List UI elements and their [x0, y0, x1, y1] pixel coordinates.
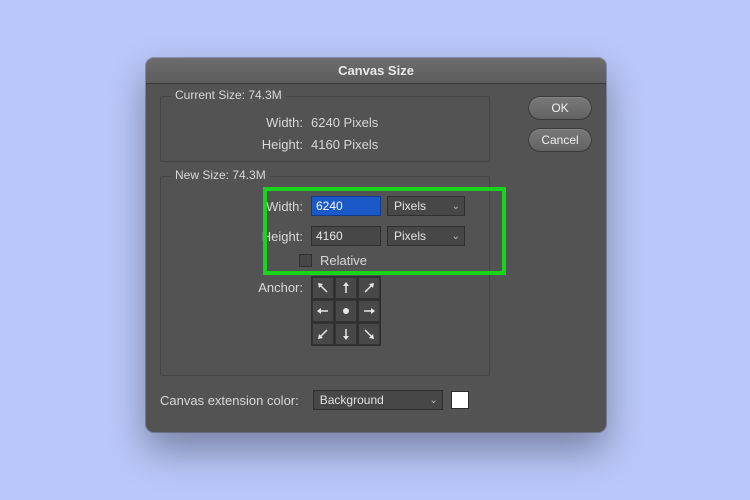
anchor-bottom-left[interactable] — [312, 323, 334, 345]
ok-button[interactable]: OK — [528, 96, 592, 120]
anchor-top-right[interactable] — [358, 277, 380, 299]
anchor-bottom[interactable] — [335, 323, 357, 345]
extension-color-swatch[interactable] — [451, 391, 469, 409]
new-width-unit-value: Pixels — [394, 199, 426, 213]
anchor-right[interactable] — [358, 300, 380, 322]
dialog-buttons: OK Cancel — [528, 96, 592, 160]
extension-color-select[interactable]: Background ⌄ — [313, 390, 443, 410]
new-size-legend: New Size: 74.3M — [171, 168, 270, 182]
new-width-label: Width: — [171, 199, 311, 214]
anchor-center[interactable] — [335, 300, 357, 322]
new-width-unit-select[interactable]: Pixels ⌄ — [387, 196, 465, 216]
current-height-value: 4160 Pixels — [311, 137, 378, 152]
extension-color-label: Canvas extension color: — [160, 393, 299, 408]
anchor-top-left[interactable] — [312, 277, 334, 299]
cancel-button[interactable]: Cancel — [528, 128, 592, 152]
current-height-label: Height: — [171, 137, 311, 152]
anchor-top[interactable] — [335, 277, 357, 299]
new-height-unit-select[interactable]: Pixels ⌄ — [387, 226, 465, 246]
extension-color-value: Background — [320, 393, 384, 407]
current-width-value: 6240 Pixels — [311, 115, 378, 130]
chevron-down-icon: ⌄ — [452, 231, 460, 242]
dialog-title: Canvas Size — [146, 58, 606, 84]
current-size-group: Current Size: 74.3M Width: 6240 Pixels H… — [160, 96, 490, 162]
anchor-label: Anchor: — [171, 276, 311, 295]
new-height-input[interactable] — [311, 226, 381, 246]
new-width-input[interactable] — [311, 196, 381, 216]
chevron-down-icon: ⌄ — [452, 201, 460, 212]
relative-label: Relative — [320, 253, 367, 268]
current-width-label: Width: — [171, 115, 311, 130]
new-size-group: New Size: 74.3M Width: Pixels ⌄ Height: … — [160, 176, 490, 376]
extension-color-row: Canvas extension color: Background ⌄ — [160, 390, 592, 410]
canvas-size-dialog: Canvas Size OK Cancel Current Size: 74.3… — [146, 58, 606, 432]
anchor-left[interactable] — [312, 300, 334, 322]
new-height-label: Height: — [171, 229, 311, 244]
anchor-bottom-right[interactable] — [358, 323, 380, 345]
anchor-center-dot-icon — [343, 308, 349, 314]
current-size-legend: Current Size: 74.3M — [171, 88, 286, 102]
relative-checkbox[interactable] — [299, 254, 312, 267]
chevron-down-icon: ⌄ — [429, 395, 437, 406]
new-height-unit-value: Pixels — [394, 229, 426, 243]
anchor-grid — [311, 276, 381, 346]
